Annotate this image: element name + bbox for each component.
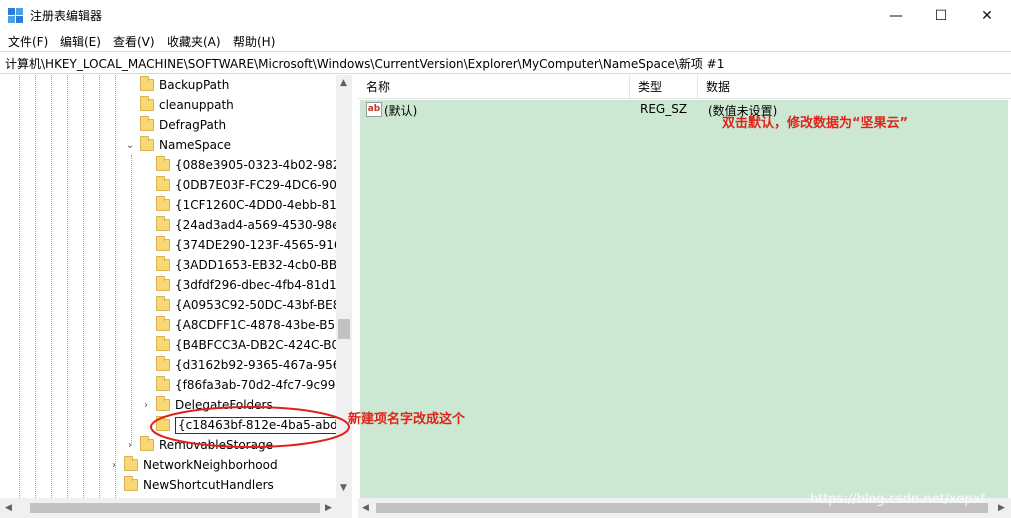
column-type[interactable]: 类型 <box>630 75 698 99</box>
tree-item-guid[interactable]: {3dfdf296-dbec-4fb4-81d1-( <box>140 275 346 295</box>
folder-icon <box>156 156 170 171</box>
tree-item-guid[interactable]: {088e3905-0323-4b02-9826- <box>140 155 352 175</box>
chevron-right-icon[interactable]: › <box>124 440 136 451</box>
maximize-button[interactable]: ☐ <box>918 0 964 31</box>
address-path[interactable]: 计算机\HKEY_LOCAL_MACHINE\SOFTWARE\Microsof… <box>5 55 724 72</box>
tree-item-newshortcuthandlers[interactable]: NewShortcutHandlers <box>108 475 274 495</box>
tree-item-label: {f86fa3ab-70d2-4fc7-9c99-fc <box>175 378 351 392</box>
tree-item-label: {088e3905-0323-4b02-9826- <box>175 158 352 172</box>
list-body[interactable]: ab (默认) REG_SZ (数值未设置) <box>360 100 1008 499</box>
folder-icon <box>156 316 170 331</box>
tree-item-label: {A8CDFF1C-4878-43be-B5FD <box>175 318 352 332</box>
annotation-rename-key: 新建项名字改成这个 <box>348 412 466 427</box>
tree-item-label: BackupPath <box>159 78 230 92</box>
value-type: REG_SZ <box>640 102 688 116</box>
scroll-right-icon[interactable]: ▶ <box>998 503 1005 513</box>
tree-item-networkneighborhood[interactable]: › NetworkNeighborhood <box>108 455 278 475</box>
value-row-default[interactable]: ab (默认) REG_SZ (数值未设置) <box>360 100 1008 120</box>
chevron-down-icon[interactable]: ⌄ <box>124 140 136 151</box>
tree-item-label: {24ad3ad4-a569-4530-98e1 <box>175 218 348 232</box>
tree-item-guid[interactable]: {0DB7E03F-FC29-4DC6-9020 <box>140 175 352 195</box>
address-bar[interactable]: 计算机\HKEY_LOCAL_MACHINE\SOFTWARE\Microsof… <box>0 51 1011 74</box>
scrollbar-thumb[interactable] <box>338 319 350 339</box>
tree-item-guid[interactable]: {1CF1260C-4DD0-4ebb-811F <box>140 195 351 215</box>
tree-item-label: NewShortcutHandlers <box>143 478 274 492</box>
tree-item-label: {374DE290-123F-4565-9164- <box>175 238 352 252</box>
column-name[interactable]: 名称 <box>358 75 630 99</box>
tree-item-label: {3ADD1653-EB32-4cb0-BBD <box>175 258 347 272</box>
scrollbar-thumb[interactable] <box>30 503 320 513</box>
minimize-button[interactable]: — <box>873 0 919 31</box>
column-data[interactable]: 数据 <box>698 75 1011 99</box>
menu-view[interactable]: 查看(V) <box>113 33 155 50</box>
watermark: https://blog.csdn.net/xepxf <box>810 492 985 507</box>
chevron-right-icon[interactable]: › <box>108 460 120 471</box>
tree-item-guid[interactable]: {3ADD1653-EB32-4cb0-BBD <box>140 255 346 275</box>
tree-item-label: {0DB7E03F-FC29-4DC6-9020 <box>175 178 352 192</box>
folder-icon <box>140 96 154 111</box>
tree-item-label: {3dfdf296-dbec-4fb4-81d1-( <box>175 278 346 292</box>
tree-item-backuppath[interactable]: BackupPath <box>124 75 229 95</box>
folder-icon <box>156 176 170 191</box>
tree-item-label: {d3162b92-9365-467a-956b <box>175 358 348 372</box>
scroll-left-icon[interactable]: ◀ <box>5 503 12 513</box>
tree-horizontal-scrollbar[interactable]: ◀ ▶ <box>0 498 352 518</box>
tree-item-label: cleanuppath <box>159 98 234 112</box>
list-header: 名称 类型 数据 <box>358 75 1011 99</box>
scroll-right-icon[interactable]: ▶ <box>325 503 332 513</box>
tree-item-guid[interactable]: {f86fa3ab-70d2-4fc7-9c99-fc <box>140 375 351 395</box>
tree-item-label: {A0953C92-50DC-43bf-BE83 <box>175 298 349 312</box>
annotation-circle <box>150 406 350 448</box>
title-bar: 注册表编辑器 — ☐ ✕ <box>0 0 1011 31</box>
tree-item-guid[interactable]: {d3162b92-9365-467a-956b <box>140 355 348 375</box>
tree-item-guid[interactable]: {24ad3ad4-a569-4530-98e1 <box>140 215 347 235</box>
tree-item-label: NameSpace <box>159 138 231 152</box>
folder-icon <box>140 116 154 131</box>
folder-icon <box>156 196 170 211</box>
tree-item-guid[interactable]: {374DE290-123F-4565-9164- <box>140 235 352 255</box>
value-name: (默认) <box>384 104 418 118</box>
tree-item-guid[interactable]: {A8CDFF1C-4878-43be-B5FD <box>140 315 351 335</box>
folder-icon <box>156 236 170 251</box>
folder-icon <box>124 456 138 471</box>
folder-icon <box>156 276 170 291</box>
tree-item-namespace[interactable]: ⌄ NameSpace <box>124 135 231 155</box>
window-title: 注册表编辑器 <box>30 9 103 23</box>
close-button[interactable]: ✕ <box>964 0 1010 31</box>
menu-bar: 文件(F) 编辑(E) 查看(V) 收藏夹(A) 帮助(H) <box>0 31 1011 51</box>
tree-item-defragpath[interactable]: DefragPath <box>124 115 226 135</box>
folder-icon <box>124 476 138 491</box>
folder-icon <box>156 336 170 351</box>
tree-item-label: {B4BFCC3A-DB2C-424C-B02 <box>175 338 347 352</box>
folder-icon <box>156 216 170 231</box>
tree-item-cleanuppath[interactable]: cleanuppath <box>124 95 234 115</box>
menu-favorites[interactable]: 收藏夹(A) <box>167 33 221 50</box>
folder-icon <box>156 376 170 391</box>
tree-item-guid[interactable]: {B4BFCC3A-DB2C-424C-B02 <box>140 335 347 355</box>
scroll-up-icon[interactable]: ▲ <box>340 78 347 88</box>
scroll-left-icon[interactable]: ◀ <box>362 503 369 513</box>
scroll-down-icon[interactable]: ▼ <box>340 483 347 493</box>
tree-item-label: NetworkNeighborhood <box>143 458 278 472</box>
value-list-pane[interactable]: 名称 类型 数据 ab (默认) REG_SZ (数值未设置) ◀ ▶ <box>358 75 1011 518</box>
folder-icon <box>156 256 170 271</box>
tree-item-label: {1CF1260C-4DD0-4ebb-811F <box>175 198 352 212</box>
string-value-icon: ab <box>366 102 382 117</box>
menu-file[interactable]: 文件(F) <box>8 33 48 50</box>
tree-item-guid[interactable]: {A0953C92-50DC-43bf-BE83 <box>140 295 348 315</box>
menu-help[interactable]: 帮助(H) <box>233 33 275 50</box>
menu-edit[interactable]: 编辑(E) <box>60 33 101 50</box>
tree-item-label: DefragPath <box>159 118 227 132</box>
folder-icon <box>156 296 170 311</box>
registry-editor-icon <box>8 8 24 24</box>
folder-icon <box>140 76 154 91</box>
folder-icon <box>140 136 154 151</box>
folder-icon <box>156 356 170 371</box>
annotation-modify-default: 双击默认，修改数据为“坚果云” <box>722 116 909 131</box>
